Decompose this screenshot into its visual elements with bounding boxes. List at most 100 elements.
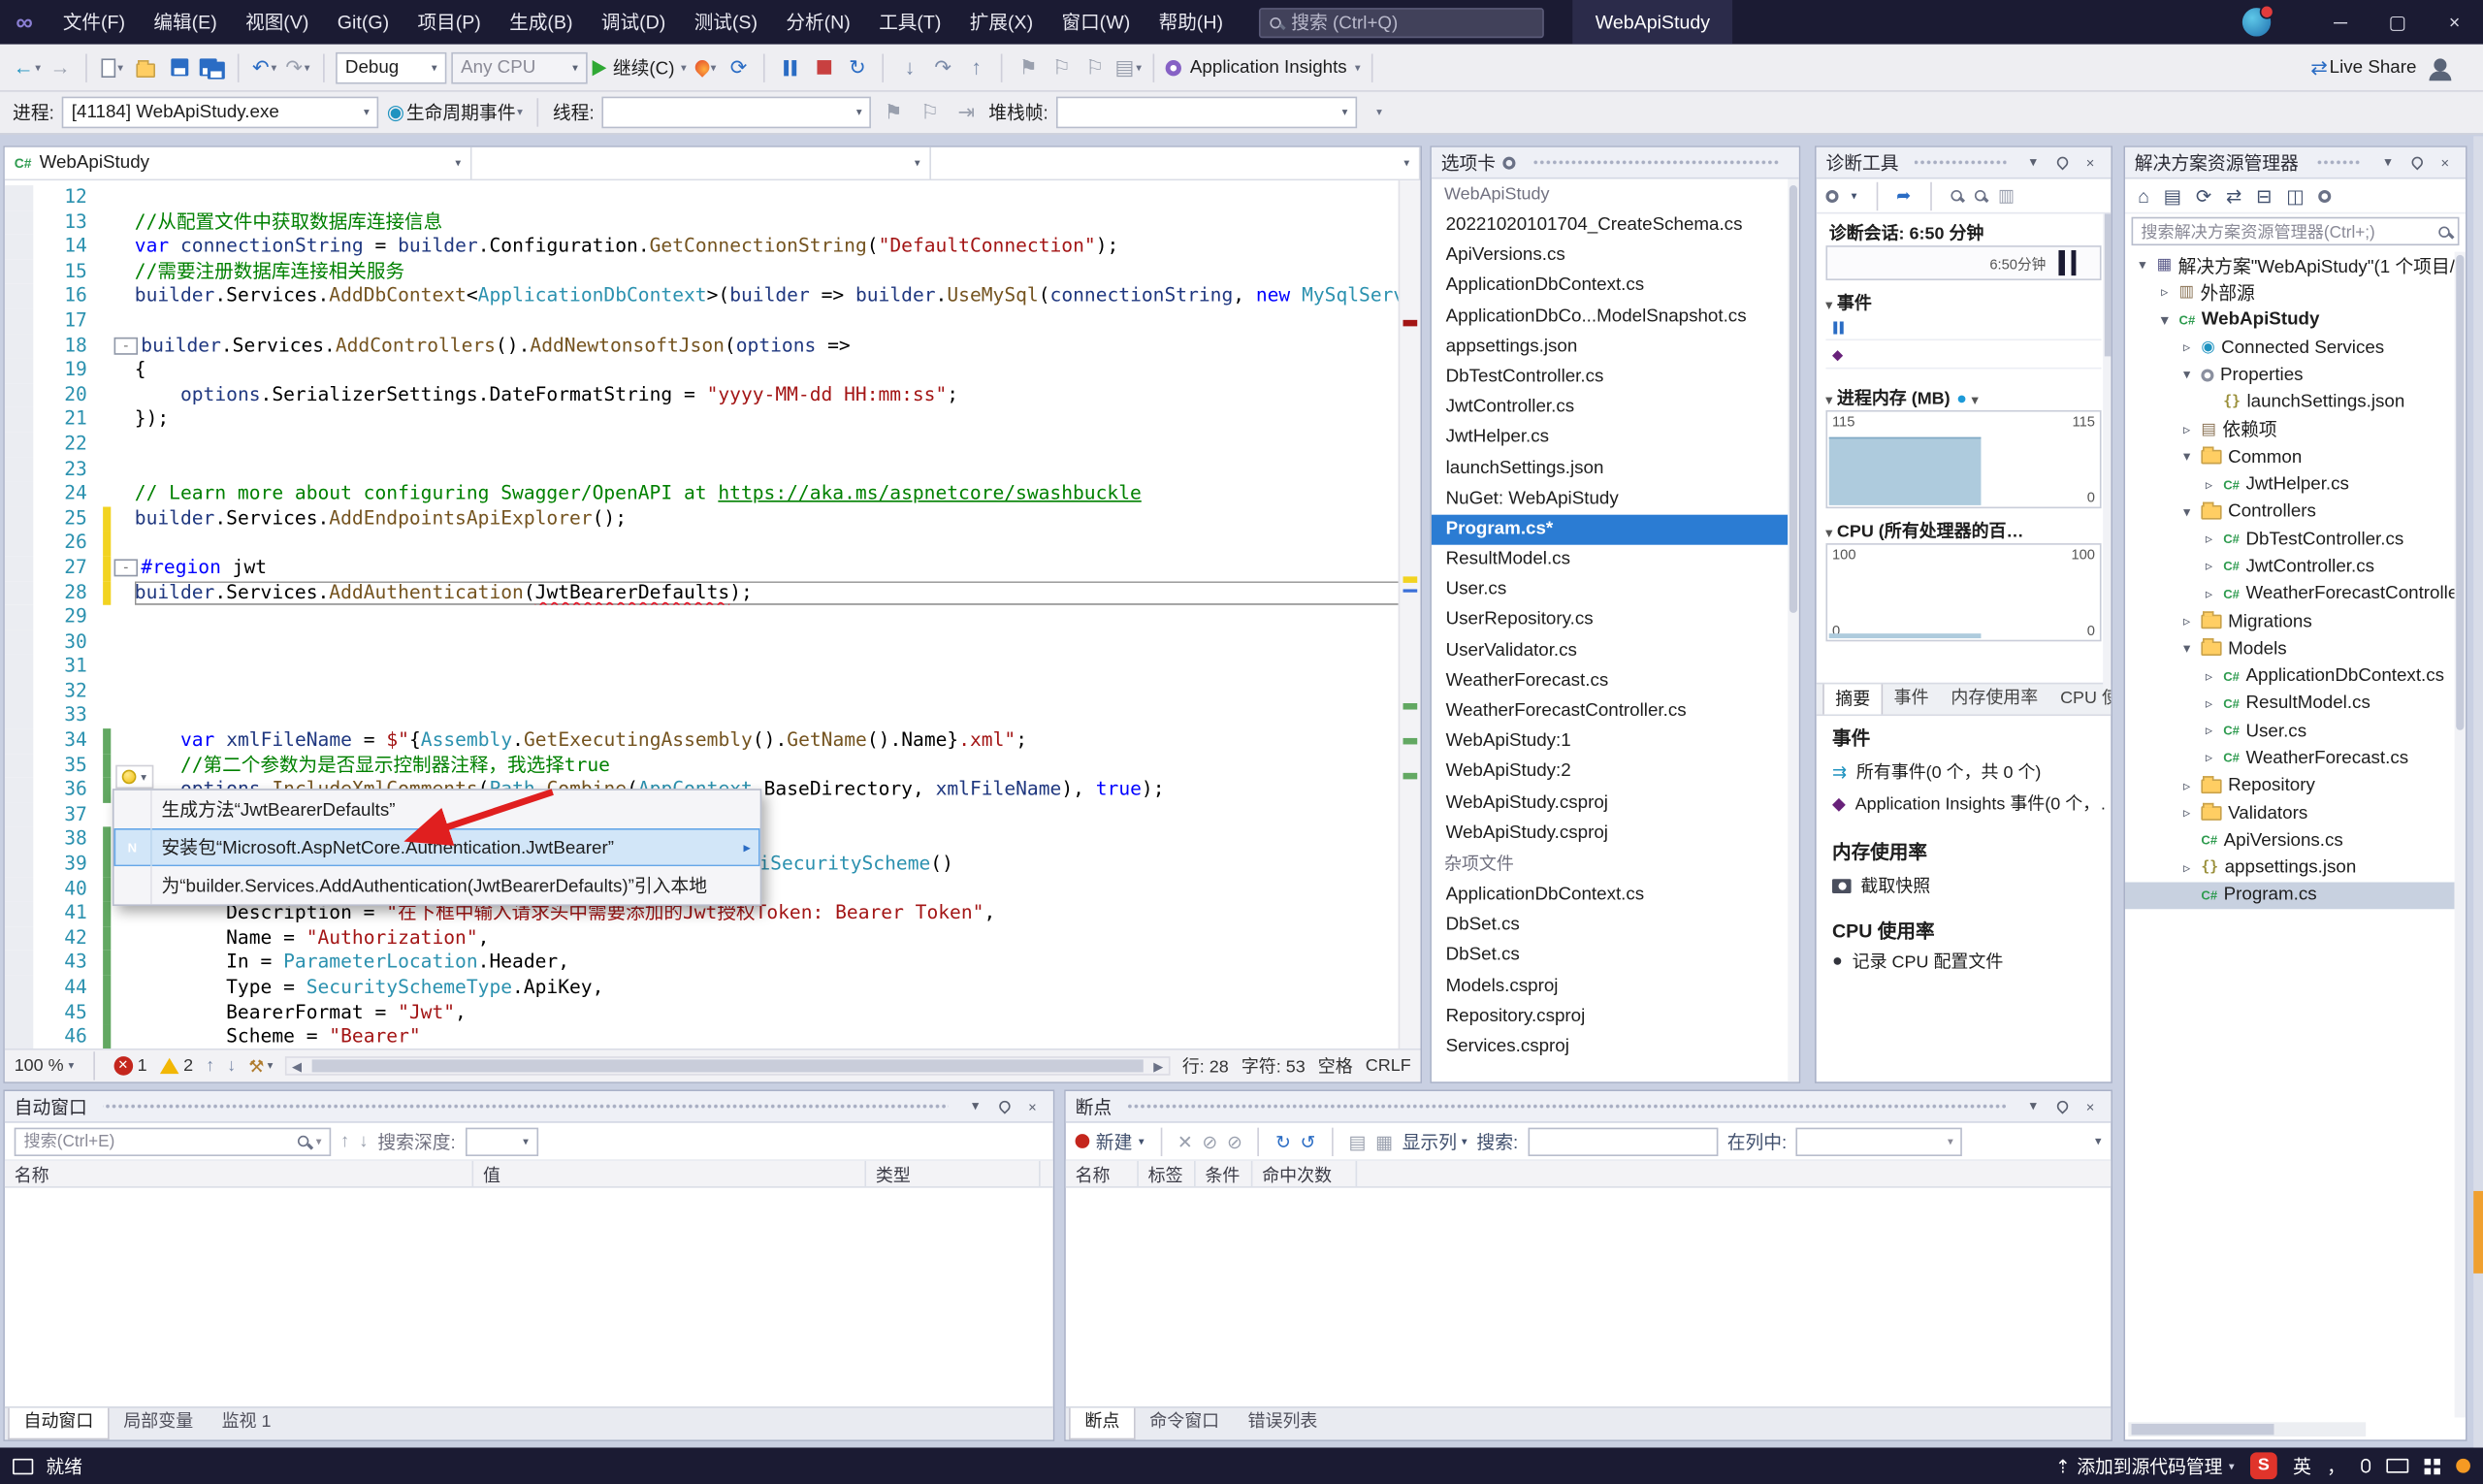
document-tab[interactable]: Repository.csproj: [1432, 1002, 1788, 1032]
tree-item[interactable]: ▹C#JwtHelper.cs: [2125, 471, 2455, 499]
diagnostics-tab-0[interactable]: 摘要: [1822, 683, 1883, 715]
document-tab[interactable]: Services.csproj: [1432, 1032, 1788, 1062]
account-avatar[interactable]: [2242, 8, 2271, 36]
breakpoint-margin[interactable]: [5, 853, 33, 877]
breakpoint-margin[interactable]: [5, 926, 33, 951]
punctuation-icon[interactable]: ，: [2327, 1453, 2345, 1478]
quick-actions-lightbulb[interactable]: ▾: [115, 765, 152, 789]
breakpoint-margin[interactable]: [5, 358, 33, 382]
feedback-button[interactable]: [2426, 49, 2454, 84]
breakpoint-margin[interactable]: [5, 532, 33, 556]
delete-all-icon[interactable]: ⊘: [1202, 1130, 1217, 1152]
document-tab[interactable]: UserRepository.cs: [1432, 605, 1788, 635]
breakpoints-tab-0[interactable]: 断点: [1069, 1408, 1136, 1440]
breakpoint-margin[interactable]: [5, 728, 33, 753]
bp-search-input[interactable]: [1528, 1127, 1718, 1155]
document-tab[interactable]: WeatherForecast.cs: [1432, 666, 1788, 696]
close-icon[interactable]: ×: [2080, 1098, 2102, 1113]
code-line-17[interactable]: 17: [5, 308, 1421, 333]
tree-item[interactable]: C#ApiVersions.cs: [2125, 827, 2455, 855]
document-tab[interactable]: JwtController.cs: [1432, 393, 1788, 423]
tree-item[interactable]: ▹▤依赖项: [2125, 416, 2455, 443]
breakpoint-margin[interactable]: [5, 407, 33, 432]
expander-icon[interactable]: ▹: [2157, 284, 2173, 302]
document-tab[interactable]: DbTestController.cs: [1432, 363, 1788, 393]
tree-item[interactable]: ▹◉Connected Services: [2125, 334, 2455, 361]
stop-button[interactable]: [810, 49, 838, 84]
tree-item[interactable]: ▾Common: [2125, 443, 2455, 470]
window-position-icon[interactable]: ▾: [2022, 153, 2045, 171]
expander-icon[interactable]: ▹: [2179, 805, 2195, 823]
code-line-19[interactable]: 19{: [5, 358, 1421, 382]
diagnostics-timeline[interactable]: 6:50分钟: [1825, 245, 2101, 280]
save-button[interactable]: [165, 49, 193, 84]
bp-overflow-icon[interactable]: ▾: [2095, 1134, 2102, 1148]
tree-item[interactable]: ▹Validators: [2125, 800, 2455, 827]
expander-icon[interactable]: ▾: [2179, 367, 2195, 384]
bookmark-button[interactable]: ⚑: [1015, 49, 1043, 84]
tree-item[interactable]: {}launchSettings.json: [2125, 389, 2455, 416]
code-line-26[interactable]: 26: [5, 532, 1421, 556]
code-line-22[interactable]: 22: [5, 433, 1421, 457]
search-down-icon[interactable]: ↓: [359, 1132, 368, 1151]
breakpoint-margin[interactable]: [5, 580, 33, 604]
restart-button[interactable]: ⟳: [725, 49, 753, 84]
menu-item-5[interactable]: 生成(B): [496, 0, 588, 45]
expander-icon[interactable]: ▾: [2135, 257, 2150, 274]
tasks-icon[interactable]: [13, 1458, 33, 1473]
autos-tab-1[interactable]: 局部变量: [110, 1408, 208, 1440]
diagnostics-tab-2[interactable]: 内存使用率: [1940, 683, 2049, 715]
expander-icon[interactable]: ▹: [2179, 777, 2195, 794]
breakpoint-margin[interactable]: [5, 185, 33, 210]
fold-toggle-icon[interactable]: -: [114, 337, 138, 354]
menu-item-3[interactable]: Git(G): [323, 0, 403, 45]
document-tab[interactable]: UserValidator.cs: [1432, 636, 1788, 666]
step-out-button[interactable]: ↑: [962, 49, 990, 84]
code-line-27[interactable]: 27-#region jwt: [5, 556, 1421, 580]
menu-item-1[interactable]: 编辑(E): [140, 0, 232, 45]
delete-breakpoint-icon[interactable]: ✕: [1177, 1130, 1193, 1152]
scroll-left-icon[interactable]: ◀: [287, 1059, 306, 1074]
tree-item[interactable]: ▾Models: [2125, 635, 2455, 662]
fold-toggle-icon[interactable]: -: [114, 559, 138, 576]
bp-column-3[interactable]: 命中次数: [1252, 1161, 1357, 1186]
editor-scrollbar[interactable]: [1399, 180, 1421, 1048]
tree-item[interactable]: ▹Migrations: [2125, 608, 2455, 635]
autos-search-box[interactable]: 搜索(Ctrl+E) ▾: [15, 1127, 332, 1155]
document-tab[interactable]: Models.csproj: [1432, 972, 1788, 1002]
document-tab[interactable]: WebApiStudy:1: [1432, 727, 1788, 758]
lifecycle-events-button[interactable]: ◉生命周期事件▾: [387, 95, 523, 130]
scrollbar-thumb[interactable]: [311, 1059, 1145, 1072]
code-line-21[interactable]: 21});: [5, 407, 1421, 432]
bp-column-2[interactable]: 条件: [1196, 1161, 1253, 1186]
gear-icon[interactable]: [1502, 156, 1515, 169]
export-icon[interactable]: ➦: [1896, 185, 1911, 206]
quick-action-item-0[interactable]: 生成方法“JwtBearerDefaults”: [114, 790, 760, 828]
quick-search-box[interactable]: 搜索 (Ctrl+Q): [1260, 7, 1545, 37]
tree-item[interactable]: ▹C#DbTestController.cs: [2125, 526, 2455, 553]
menu-item-2[interactable]: 视图(V): [231, 0, 323, 45]
show-columns-button[interactable]: 显示列▾: [1403, 1128, 1467, 1153]
live-share-button[interactable]: ⇄Live Share: [2310, 49, 2416, 84]
expander-icon[interactable]: ▹: [2201, 586, 2216, 603]
expander-icon[interactable]: ▾: [2157, 311, 2173, 329]
hot-reload-button[interactable]: ▾: [692, 49, 720, 84]
code-area[interactable]: 1213//从配置文件中获取数据库连接信息14var connectionStr…: [5, 180, 1421, 1048]
code-line-43[interactable]: 43 In = ParameterLocation.Header,: [5, 951, 1421, 975]
toolbar-overflow-button[interactable]: ▾: [1365, 95, 1393, 130]
solution-vscrollbar[interactable]: [2455, 252, 2466, 1418]
code-line-29[interactable]: 29: [5, 605, 1421, 629]
expander-icon[interactable]: ▹: [2179, 613, 2195, 630]
menu-item-4[interactable]: 项目(P): [403, 0, 496, 45]
settings-gear-icon[interactable]: [1825, 189, 1838, 202]
expander-icon[interactable]: ▹: [2201, 667, 2216, 685]
window-edge-scrollbar[interactable]: [2473, 136, 2483, 1447]
breakpoint-margin[interactable]: [5, 976, 33, 1000]
menu-item-7[interactable]: 测试(S): [680, 0, 772, 45]
error-count[interactable]: ✕1: [113, 1056, 146, 1076]
breakpoint-margin[interactable]: [5, 605, 33, 629]
pin-icon[interactable]: [993, 1098, 1016, 1113]
breakpoint-margin[interactable]: [5, 308, 33, 333]
breakpoints-tab-1[interactable]: 命令窗口: [1136, 1408, 1234, 1440]
bp-column-1[interactable]: 标签: [1139, 1161, 1196, 1186]
